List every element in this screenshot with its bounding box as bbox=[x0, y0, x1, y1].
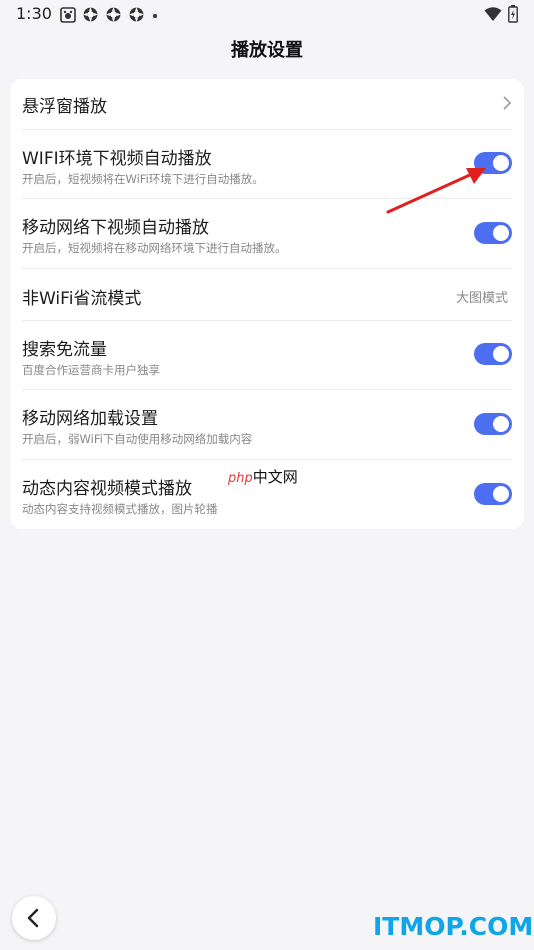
chevron-right-icon bbox=[503, 96, 512, 110]
gear-notification-icon bbox=[106, 7, 121, 22]
search-free-data-toggle[interactable] bbox=[474, 343, 512, 365]
status-bar: 1:30 bbox=[0, 0, 534, 30]
php-watermark-suffix: 中文网 bbox=[252, 468, 298, 486]
toggle-knob bbox=[493, 416, 509, 432]
page-title: 播放设置 bbox=[231, 40, 303, 61]
toggle-knob bbox=[493, 155, 509, 171]
search-free-data-row: 搜索免流量 百度合作运营商卡用户独享 bbox=[22, 321, 512, 389]
toggle-knob bbox=[493, 486, 509, 502]
mobile-autoplay-title: 移动网络下视频自动播放 bbox=[22, 218, 209, 238]
mobile-loading-toggle[interactable] bbox=[474, 413, 512, 435]
settings-card: 悬浮窗播放 WIFI环境下视频自动播放 开启后，短视频将在WiFi环境下进行自动… bbox=[10, 79, 524, 529]
dynamic-video-mode-toggle[interactable] bbox=[474, 483, 512, 505]
mobile-loading-subtitle: 开启后，弱WiFi下自动使用移动网络加载内容 bbox=[22, 432, 253, 446]
mobile-autoplay-subtitle: 开启后，短视频将在移动网络环境下进行自动播放。 bbox=[22, 241, 287, 255]
itmop-watermark: ITMOP.COM bbox=[373, 912, 534, 941]
status-right-icons bbox=[484, 5, 518, 23]
toggle-knob bbox=[493, 346, 509, 362]
wifi-autoplay-subtitle: 开启后，短视频将在WiFi环境下进行自动播放。 bbox=[22, 172, 264, 186]
wifi-icon bbox=[484, 7, 502, 21]
mobile-loading-title: 移动网络加载设置 bbox=[22, 409, 158, 429]
wifi-autoplay-title: WIFI环境下视频自动播放 bbox=[22, 149, 212, 169]
annotation-arrow-icon bbox=[386, 168, 486, 214]
php-watermark-prefix: php bbox=[228, 471, 253, 486]
search-free-data-subtitle: 百度合作运营商卡用户独享 bbox=[22, 363, 160, 377]
search-free-data-title: 搜索免流量 bbox=[22, 340, 107, 360]
more-dot-icon bbox=[153, 13, 157, 18]
data-saving-title: 非WiFi省流模式 bbox=[22, 289, 142, 309]
back-button[interactable] bbox=[12, 896, 56, 940]
mobile-autoplay-toggle[interactable] bbox=[474, 222, 512, 244]
php-watermark: php中文网 bbox=[228, 466, 298, 487]
dynamic-video-mode-subtitle: 动态内容支持视频模式播放，图片轮播 bbox=[22, 502, 218, 516]
chevron-left-icon bbox=[27, 908, 39, 928]
dynamic-video-mode-title: 动态内容视频模式播放 bbox=[22, 479, 192, 499]
status-time: 1:30 bbox=[16, 4, 52, 23]
status-notification-icons bbox=[60, 6, 159, 23]
floating-window-title: 悬浮窗播放 bbox=[22, 97, 107, 117]
data-saving-row[interactable]: 非WiFi省流模式 大图模式 bbox=[22, 269, 512, 320]
floating-window-row[interactable]: 悬浮窗播放 bbox=[22, 79, 512, 129]
app-notification-icon bbox=[60, 6, 76, 23]
gear-notification-icon bbox=[129, 7, 144, 22]
data-saving-value: 大图模式 bbox=[455, 291, 508, 306]
toggle-knob bbox=[493, 225, 509, 241]
mobile-loading-row: 移动网络加载设置 开启后，弱WiFi下自动使用移动网络加载内容 bbox=[22, 390, 512, 459]
gear-notification-icon bbox=[83, 7, 98, 22]
battery-icon bbox=[508, 5, 518, 23]
